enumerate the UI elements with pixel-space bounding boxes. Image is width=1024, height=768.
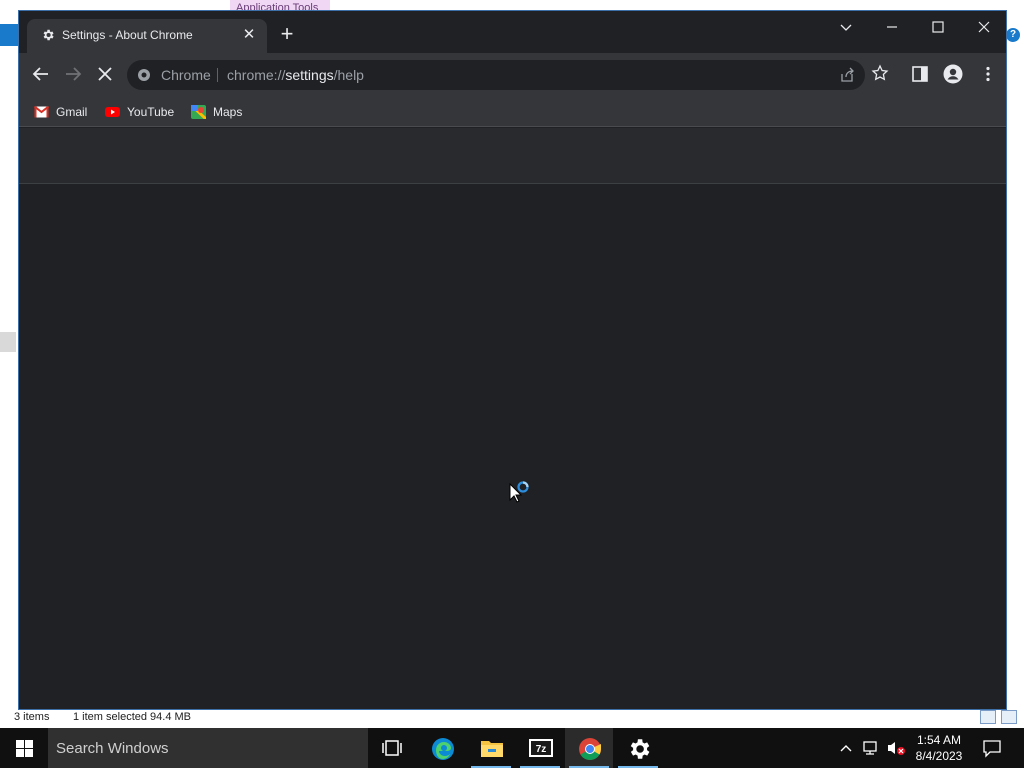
- 7zip-icon: 7z: [529, 739, 553, 757]
- back-button[interactable]: [30, 63, 52, 85]
- tab-title: Settings - About Chrome: [62, 28, 193, 42]
- minimize-icon: [887, 26, 897, 28]
- details-view-icon[interactable]: [980, 710, 996, 724]
- tab-search-button[interactable]: [823, 13, 869, 41]
- task-view-icon: [382, 740, 402, 756]
- chrome-taskbar-button[interactable]: [565, 728, 613, 768]
- edge-taskbar-button[interactable]: [418, 728, 466, 768]
- maximize-icon: [932, 21, 944, 33]
- url-host: settings: [285, 67, 334, 83]
- svg-text:7z: 7z: [536, 744, 547, 755]
- site-chip[interactable]: Chrome: [161, 67, 211, 83]
- youtube-icon: [105, 105, 120, 119]
- gmail-icon: [33, 105, 50, 119]
- forward-button[interactable]: [62, 63, 84, 85]
- file-explorer-taskbar-button[interactable]: [467, 728, 515, 768]
- bookmark-label: YouTube: [127, 105, 175, 119]
- gear-icon: [630, 739, 650, 759]
- maps-icon: [189, 103, 208, 121]
- bookmark-star-icon[interactable]: [871, 64, 889, 82]
- gear-icon: [41, 28, 55, 42]
- network-icon[interactable]: [862, 740, 880, 756]
- close-icon: [98, 67, 112, 81]
- tab-settings-about-chrome[interactable]: Settings - About Chrome ✕: [27, 19, 267, 53]
- address-bar[interactable]: Chrome chrome://settings/help: [127, 60, 865, 90]
- bookmark-label: Gmail: [56, 105, 88, 119]
- chevron-up-icon[interactable]: [838, 740, 856, 756]
- bookmark-gmail[interactable]: Gmail: [33, 104, 94, 120]
- browser-toolbar: Chrome chrome://settings/help: [19, 53, 1006, 97]
- minimize-button[interactable]: [869, 13, 915, 41]
- side-panel-icon[interactable]: [911, 65, 929, 83]
- profile-avatar-icon[interactable]: [943, 64, 963, 84]
- bookmark-youtube[interactable]: YouTube: [105, 104, 185, 120]
- start-button[interactable]: [0, 728, 48, 768]
- settings-header: [19, 128, 1006, 184]
- stop-loading-button[interactable]: [94, 63, 116, 85]
- volume-muted-icon[interactable]: [886, 740, 905, 756]
- search-placeholder: Search Windows: [56, 740, 169, 757]
- status-selection: 1 item selected 94.4 MB: [73, 711, 192, 723]
- large-icons-view-icon[interactable]: [1001, 710, 1017, 724]
- chrome-icon: [579, 738, 601, 760]
- ribbon-tab-file[interactable]: [0, 24, 18, 46]
- url-path: /help: [333, 67, 364, 83]
- bookmark-label: Maps: [213, 105, 243, 119]
- tab-strip: Settings - About Chrome ✕ +: [19, 11, 1006, 53]
- close-window-button[interactable]: [961, 13, 1006, 41]
- settings-taskbar-button[interactable]: [614, 728, 662, 768]
- kebab-menu-icon[interactable]: [979, 65, 997, 83]
- taskbar: Search Windows 7z 1:54 AM 8/4/2023: [0, 728, 1024, 768]
- arrow-left-icon: [32, 67, 48, 81]
- close-icon: [978, 21, 990, 33]
- arrow-right-icon: [66, 67, 82, 81]
- 7zip-taskbar-button[interactable]: 7z: [516, 728, 564, 768]
- taskbar-search[interactable]: Search Windows: [48, 728, 368, 768]
- explorer-nav-pane-item[interactable]: [0, 332, 16, 352]
- busy-cursor-icon: [509, 480, 531, 506]
- windows-logo-icon: [16, 740, 33, 757]
- bookmark-maps[interactable]: Maps: [189, 103, 251, 121]
- maximize-button[interactable]: [915, 13, 961, 41]
- task-view-button[interactable]: [368, 728, 416, 768]
- help-icon[interactable]: ?: [1006, 28, 1020, 42]
- edge-icon: [432, 738, 454, 760]
- share-icon[interactable]: [839, 67, 855, 83]
- folder-icon: [481, 741, 503, 757]
- clock-time: 1:54 AM: [916, 733, 962, 747]
- status-item-count: 3 items: [14, 711, 50, 723]
- explorer-statusbar: 3 items 1 item selected 94.4 MB: [0, 708, 1024, 728]
- chevron-down-icon: [840, 24, 852, 31]
- close-tab-icon[interactable]: ✕: [240, 26, 258, 44]
- url-scheme: chrome://: [227, 67, 286, 83]
- chrome-page-icon[interactable]: [137, 68, 151, 82]
- url-text[interactable]: chrome://settings/help: [227, 67, 364, 83]
- page-content-loading: [19, 185, 1006, 709]
- bookmarks-bar: Gmail YouTube Maps: [19, 97, 1006, 127]
- chrome-window: Settings - About Chrome ✕ + Chrome chrom…: [18, 10, 1007, 710]
- new-tab-button[interactable]: +: [277, 23, 297, 45]
- system-clock[interactable]: 1:54 AM 8/4/2023: [904, 732, 974, 764]
- omnibox-separator: [217, 68, 218, 82]
- notification-center-icon[interactable]: [982, 738, 1002, 758]
- clock-date: 8/4/2023: [915, 749, 963, 763]
